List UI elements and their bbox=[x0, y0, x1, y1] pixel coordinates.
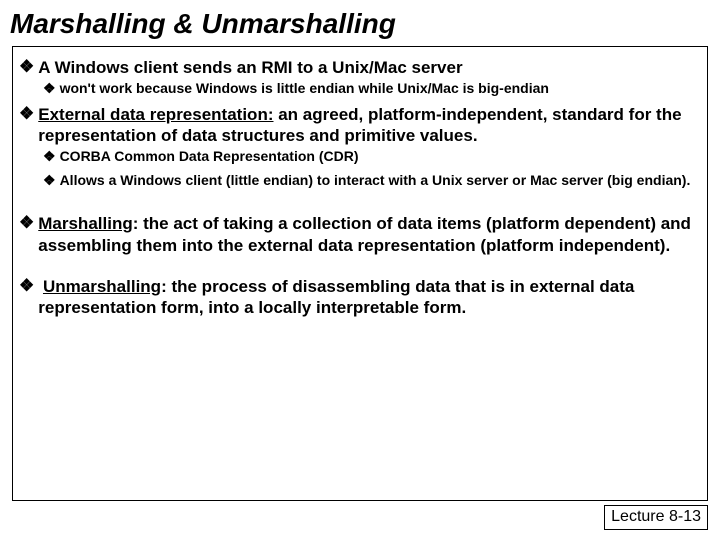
diamond-bullet-icon: ❖ bbox=[43, 148, 56, 166]
bullet-item: ❖ A Windows client sends an RMI to a Uni… bbox=[19, 57, 701, 78]
sub-bullet-item: ❖ Allows a Windows client (little endian… bbox=[43, 172, 701, 190]
bullet-item: ❖ Unmarshalling: the process of disassem… bbox=[19, 276, 701, 319]
diamond-bullet-icon: ❖ bbox=[19, 276, 34, 319]
bullet-text: A Windows client sends an RMI to a Unix/… bbox=[38, 57, 462, 78]
sub-bullet-item: ❖ CORBA Common Data Representation (CDR) bbox=[43, 148, 701, 166]
sub-bullet-text: Allows a Windows client (little endian) … bbox=[60, 172, 691, 190]
diamond-bullet-icon: ❖ bbox=[19, 213, 34, 256]
diamond-bullet-icon: ❖ bbox=[43, 80, 56, 98]
bullet-item: ❖ Marshalling: the act of taking a colle… bbox=[19, 213, 701, 256]
bullet-text: External data representation: an agreed,… bbox=[38, 104, 701, 147]
content-box: ❖ A Windows client sends an RMI to a Uni… bbox=[12, 46, 708, 501]
definition: : the act of taking a collection of data… bbox=[38, 214, 691, 254]
term: Marshalling bbox=[38, 214, 132, 233]
bullet-text: Unmarshalling: the process of disassembl… bbox=[38, 276, 701, 319]
page-title: Marshalling & Unmarshalling bbox=[0, 0, 720, 46]
diamond-bullet-icon: ❖ bbox=[19, 104, 34, 147]
term: Unmarshalling bbox=[43, 277, 161, 296]
sub-bullet-text: CORBA Common Data Representation (CDR) bbox=[60, 148, 359, 166]
diamond-bullet-icon: ❖ bbox=[43, 172, 56, 190]
lecture-footer: Lecture 8-13 bbox=[604, 505, 708, 530]
term: External data representation: bbox=[38, 105, 273, 124]
bullet-item: ❖ External data representation: an agree… bbox=[19, 104, 701, 147]
bullet-text: Marshalling: the act of taking a collect… bbox=[38, 213, 701, 256]
diamond-bullet-icon: ❖ bbox=[19, 57, 34, 78]
sub-bullet-item: ❖ won't work because Windows is little e… bbox=[43, 80, 701, 98]
sub-bullet-text: won't work because Windows is little end… bbox=[60, 80, 549, 98]
